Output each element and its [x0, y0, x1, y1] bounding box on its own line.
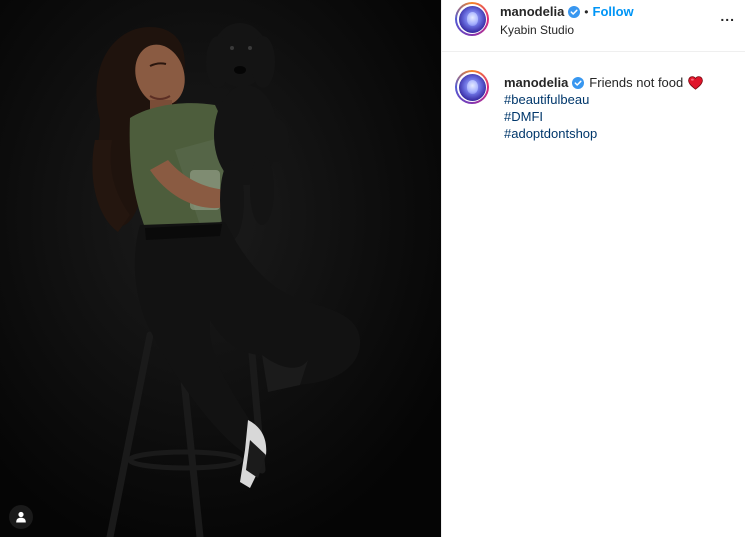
red-heart-icon [688, 75, 704, 90]
hashtag-link[interactable]: #adoptdontshop [504, 125, 703, 142]
separator-dot: • [584, 4, 589, 19]
follow-button[interactable]: Follow [593, 4, 634, 19]
caption-block: manodelia Friends not food #beautifulbea… [442, 52, 745, 152]
verified-badge-icon [572, 76, 585, 89]
caption-username[interactable]: manodelia [504, 74, 568, 91]
header-avatar[interactable] [455, 2, 489, 36]
photo-illustration [0, 0, 441, 537]
avatar-border [457, 72, 487, 102]
caption-body: Friends not food [589, 75, 684, 90]
avatar-image [458, 5, 486, 33]
avatar-image [458, 73, 486, 101]
caption-first-line: manodelia Friends not food [504, 74, 704, 91]
user-tag-icon [16, 511, 26, 523]
more-options-icon[interactable]: ... [720, 8, 735, 24]
header-username-row: manodelia • Follow [500, 4, 634, 19]
hashtag-link[interactable]: #DMFI [504, 108, 703, 125]
user-tag-button[interactable] [9, 505, 33, 529]
post-header: manodelia • Follow Kyabin Studio ... [442, 0, 745, 52]
location-link[interactable]: Kyabin Studio [500, 23, 634, 37]
caption-avatar[interactable] [455, 70, 489, 104]
post-photo[interactable] [0, 0, 441, 537]
instagram-post-view: manodelia • Follow Kyabin Studio ... man… [0, 0, 745, 537]
caption-text: manodelia Friends not food #beautifulbea… [504, 74, 704, 142]
avatar-border [457, 4, 487, 34]
verified-badge-icon [568, 5, 581, 18]
header-text: manodelia • Follow Kyabin Studio [500, 4, 634, 37]
hashtag-link[interactable]: #beautifulbeau [504, 91, 703, 108]
header-username[interactable]: manodelia [500, 4, 564, 19]
post-side-panel: manodelia • Follow Kyabin Studio ... man… [441, 0, 745, 537]
